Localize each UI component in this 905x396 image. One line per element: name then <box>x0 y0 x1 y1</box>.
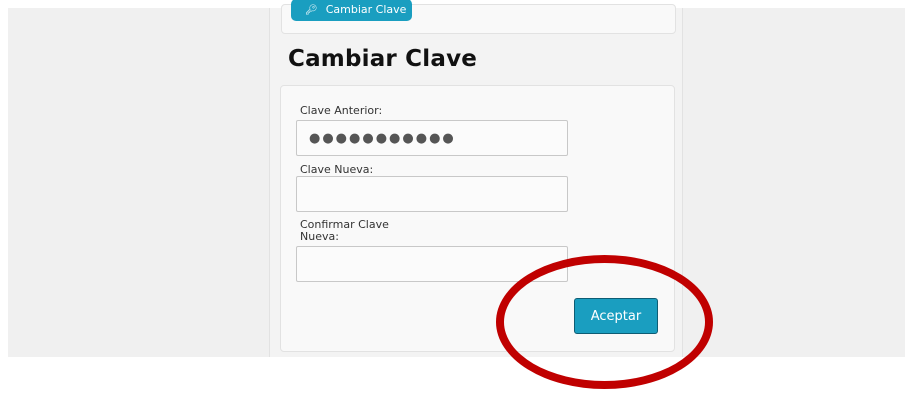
highlight-circle-annotation <box>496 255 713 389</box>
new-password-field[interactable] <box>296 176 568 212</box>
page-title: Cambiar Clave <box>288 46 478 72</box>
key-icon: 🔑︎ <box>305 5 318 16</box>
old-password-label: Clave Anterior: <box>300 104 383 117</box>
confirm-password-label-line1: Confirmar Clave <box>300 218 389 231</box>
old-password-field[interactable]: ●●●●●●●●●●● <box>296 120 568 156</box>
change-password-button-label: Cambiar Clave <box>325 3 407 16</box>
new-password-label: Clave Nueva: <box>300 163 374 176</box>
profile-actions-card: 🔑︎ Cambiar Clave <box>281 0 676 34</box>
page-viewport: 🔑︎ Cambiar Clave Cambiar Clave Clave Ant… <box>8 0 905 357</box>
confirm-password-label-line2: Nueva: <box>300 230 339 243</box>
change-password-button[interactable]: 🔑︎ Cambiar Clave <box>291 0 412 21</box>
